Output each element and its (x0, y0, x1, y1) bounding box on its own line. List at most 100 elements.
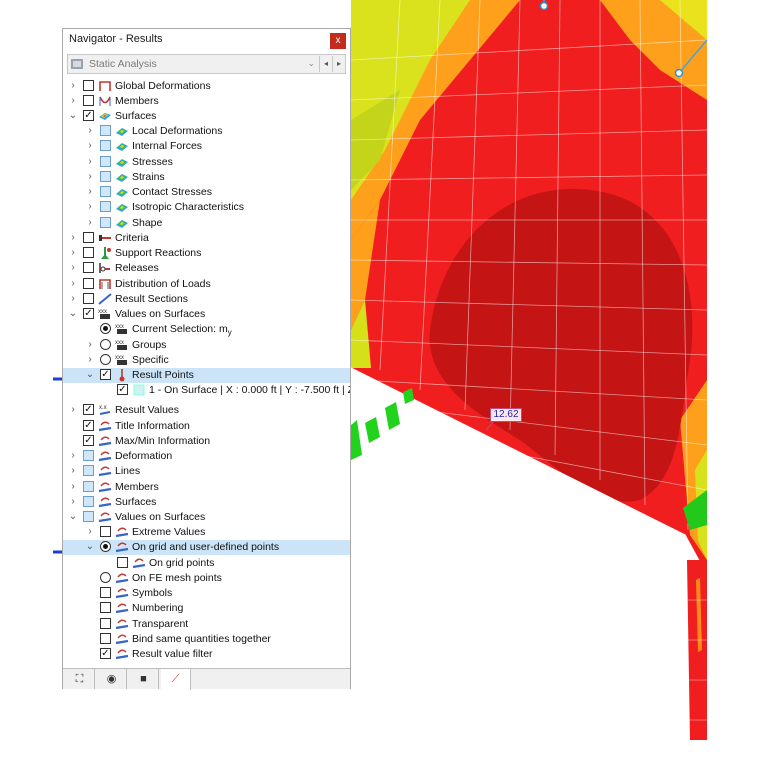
checkbox[interactable] (83, 465, 94, 476)
tree-item[interactable]: xxx Current Selection: my (63, 322, 350, 337)
chevron-right-icon[interactable]: › (68, 496, 78, 508)
radio-button[interactable] (100, 541, 111, 552)
tree-item[interactable]: › Lines (63, 464, 350, 479)
tree-item[interactable]: › Extreme Values (63, 525, 350, 540)
chevron-right-icon[interactable]: › (68, 278, 78, 290)
chevron-down-icon[interactable]: ⌄ (68, 110, 78, 122)
checkbox[interactable]: ✓ (83, 404, 94, 415)
checkbox[interactable] (83, 262, 94, 273)
checkbox[interactable]: ✓ (117, 384, 128, 395)
checkbox[interactable]: ✓ (83, 435, 94, 446)
tree-item[interactable]: ✓ Title Information (63, 419, 350, 434)
tree-item[interactable]: › Global Deformations (63, 79, 350, 94)
checkbox[interactable] (100, 587, 111, 598)
tree-item[interactable]: On grid points (63, 556, 350, 571)
checkbox[interactable] (83, 95, 94, 106)
tree-item[interactable]: › Distribution of Loads (63, 277, 350, 292)
tree-item[interactable]: Bind same quantities together (63, 632, 350, 647)
radio-button[interactable] (100, 323, 111, 334)
checkbox[interactable] (83, 80, 94, 91)
checkbox[interactable] (100, 633, 111, 644)
tree-item[interactable]: ✓ Result value filter (63, 647, 350, 662)
checkbox[interactable] (100, 156, 111, 167)
tree-item[interactable]: ⌄ Values on Surfaces (63, 510, 350, 525)
tree-item[interactable]: On FE mesh points (63, 571, 350, 586)
tree-item[interactable]: › Strains (63, 170, 350, 185)
chevron-right-icon[interactable]: › (85, 339, 95, 351)
chevron-right-icon[interactable]: › (68, 95, 78, 107)
checkbox[interactable]: ✓ (83, 308, 94, 319)
tree-item[interactable]: › Contact Stresses (63, 185, 350, 200)
chevron-down-icon[interactable]: ⌄ (307, 58, 315, 69)
chevron-right-icon[interactable]: › (68, 293, 78, 305)
tree-item[interactable]: › Stresses (63, 155, 350, 170)
tree-item[interactable]: › Criteria (63, 231, 350, 246)
chevron-right-icon[interactable]: › (85, 526, 95, 538)
tree-item[interactable]: Symbols (63, 586, 350, 601)
checkbox[interactable] (100, 201, 111, 212)
radio-button[interactable] (100, 572, 111, 583)
chevron-right-icon[interactable]: › (68, 80, 78, 92)
tab-camera[interactable]: ■ (129, 669, 159, 689)
checkbox[interactable] (83, 293, 94, 304)
tree-item[interactable]: › Surfaces (63, 495, 350, 510)
tree-item[interactable]: ⌄ ✓ Result Points (63, 368, 350, 383)
loadcase-select[interactable]: Static Analysis ⌄ ◂ ▸ (67, 54, 346, 74)
checkbox[interactable] (83, 511, 94, 522)
chevron-down-icon[interactable]: ⌄ (85, 541, 95, 553)
checkbox[interactable]: ✓ (100, 369, 111, 380)
tree-item[interactable]: › ✓ x.x Result Values (63, 403, 350, 418)
tree-item[interactable]: › Local Deformations (63, 124, 350, 139)
tree-item[interactable]: › Internal Forces (63, 139, 350, 154)
checkbox[interactable] (83, 247, 94, 258)
tree-item[interactable]: ⌄ ✓ xxx Values on Surfaces (63, 307, 350, 322)
chevron-right-icon[interactable]: › (68, 262, 78, 274)
chevron-right-icon[interactable]: › (85, 171, 95, 183)
tree-item[interactable]: › Deformation (63, 449, 350, 464)
checkbox[interactable]: ✓ (83, 110, 94, 121)
tree-item[interactable]: › Isotropic Characteristics (63, 200, 350, 215)
radio-button[interactable] (100, 339, 111, 350)
tree-item[interactable]: Numbering (63, 601, 350, 616)
checkbox[interactable] (83, 232, 94, 243)
close-button[interactable]: x (330, 33, 346, 49)
chevron-right-icon[interactable]: › (85, 201, 95, 213)
chevron-right-icon[interactable]: › (68, 247, 78, 259)
checkbox[interactable] (100, 171, 111, 182)
chevron-right-icon[interactable]: › (85, 156, 95, 168)
tree-item[interactable]: › xxx Groups (63, 338, 350, 353)
node-marker[interactable] (539, 1, 549, 11)
checkbox[interactable] (100, 140, 111, 151)
checkbox[interactable] (100, 602, 111, 613)
checkbox[interactable] (83, 496, 94, 507)
checkbox[interactable] (83, 450, 94, 461)
tab-results[interactable]: ⟋ (161, 669, 191, 690)
checkbox[interactable]: ✓ (100, 648, 111, 659)
checkbox[interactable] (100, 186, 111, 197)
chevron-right-icon[interactable]: › (68, 465, 78, 477)
tree-item[interactable]: › Members (63, 94, 350, 109)
chevron-down-icon[interactable]: ⌄ (68, 511, 78, 523)
checkbox[interactable] (100, 125, 111, 136)
checkbox[interactable] (117, 557, 128, 568)
chevron-right-icon[interactable]: › (85, 186, 95, 198)
tree-item[interactable]: › Result Sections (63, 292, 350, 307)
tab-data[interactable]: ⛶ (65, 669, 95, 689)
next-loadcase-button[interactable]: ▸ (332, 56, 345, 72)
tree-item[interactable]: ✓ 1 - On Surface | X : 0.000 ft | Y : -7.… (63, 383, 350, 398)
previous-loadcase-button[interactable]: ◂ (319, 56, 332, 72)
checkbox[interactable] (100, 217, 111, 228)
tree-item[interactable]: › Shape (63, 216, 350, 231)
chevron-right-icon[interactable]: › (68, 481, 78, 493)
checkbox[interactable] (83, 278, 94, 289)
tab-view[interactable]: ◉ (97, 669, 127, 689)
chevron-right-icon[interactable]: › (85, 125, 95, 137)
tree-item[interactable]: ⌄ On grid and user-defined points (63, 540, 350, 555)
chevron-right-icon[interactable]: › (85, 354, 95, 366)
tree-item[interactable]: › Releases (63, 261, 350, 276)
checkbox[interactable] (83, 481, 94, 492)
checkbox[interactable] (100, 618, 111, 629)
tree-item[interactable]: ⌄ ✓ Surfaces (63, 109, 350, 124)
tree-item[interactable]: Transparent (63, 617, 350, 632)
chevron-right-icon[interactable]: › (68, 232, 78, 244)
